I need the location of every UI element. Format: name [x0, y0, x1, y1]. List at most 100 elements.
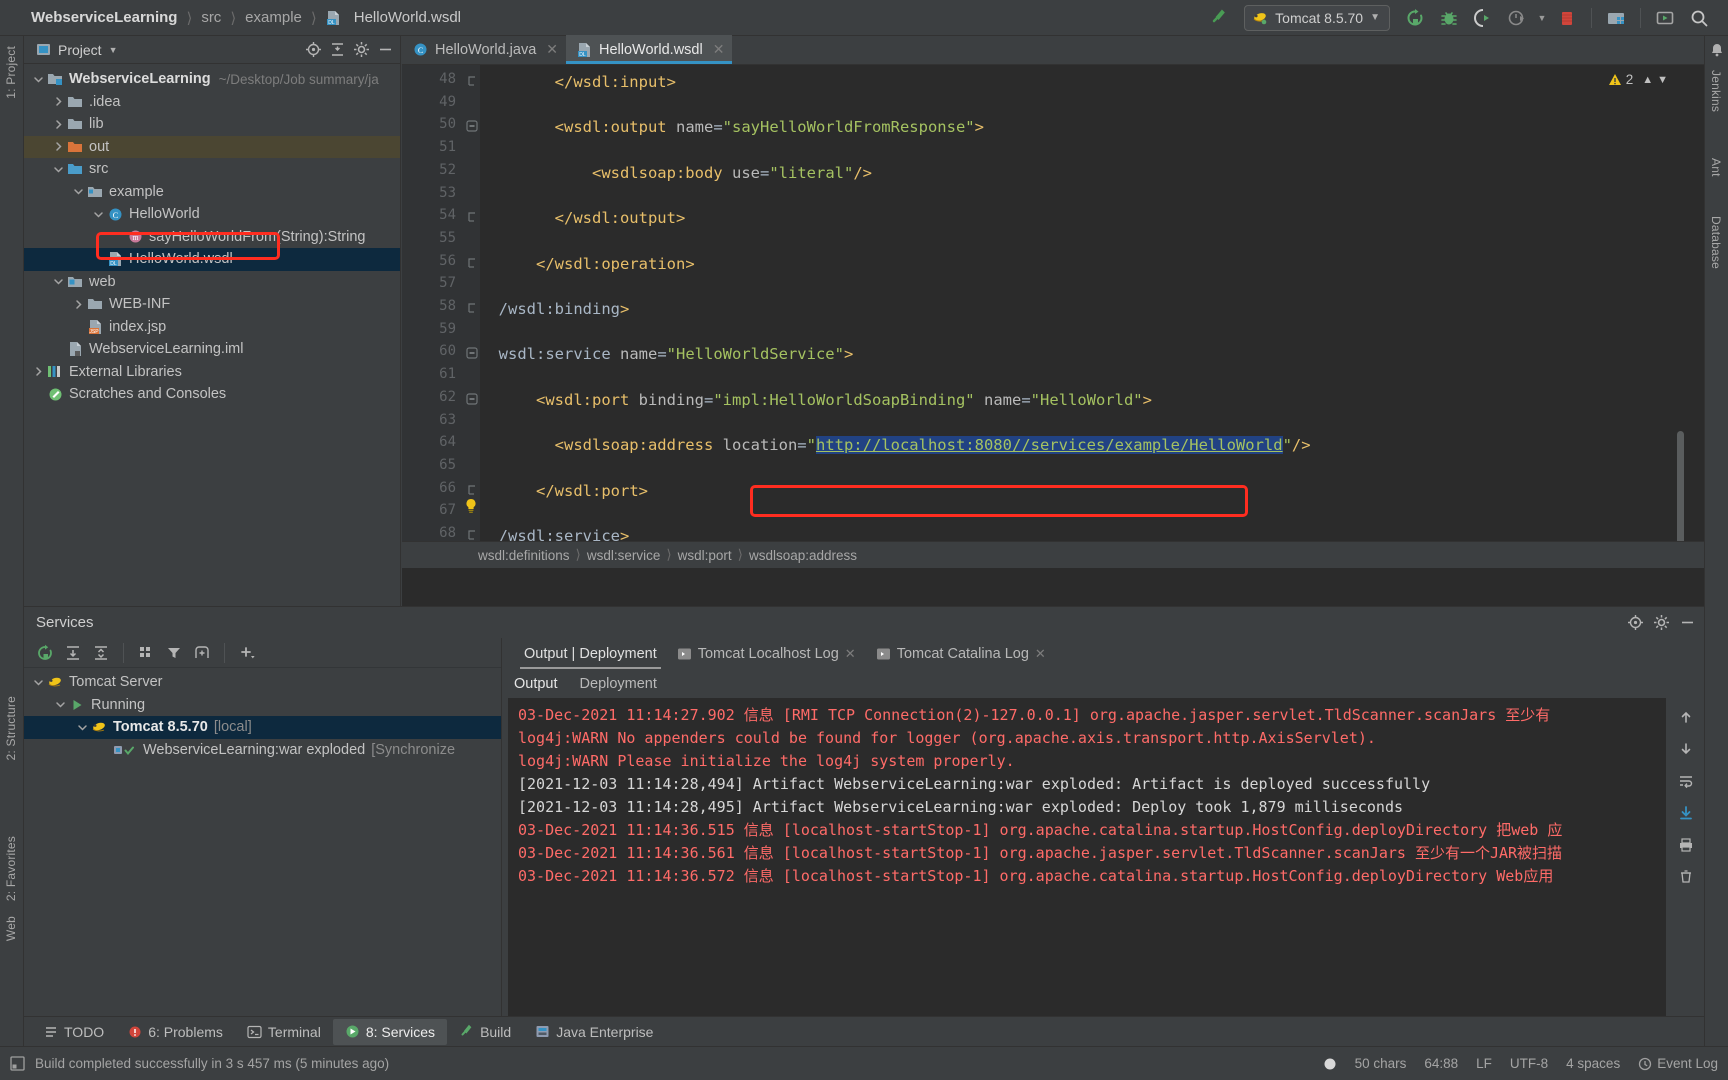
code-folding-column[interactable] [464, 65, 480, 568]
project-tree-row[interactable]: src [24, 158, 400, 181]
notifications-icon[interactable] [1709, 42, 1725, 58]
selected-url-text[interactable]: http://localhost:8080//services/example/… [815, 436, 1283, 455]
stripe-tab-favorites[interactable]: 2: Favorites [4, 836, 18, 901]
status-event-log[interactable]: Event Log [1638, 1056, 1718, 1071]
project-tree-row[interactable]: example [24, 181, 400, 204]
console-output[interactable]: 03-Dec-2021 11:14:27.902 信息 [RMI TCP Con… [508, 698, 1666, 1046]
chevron-down-icon[interactable] [50, 276, 66, 287]
project-tree-row[interactable]: web [24, 271, 400, 294]
chevron-down-icon[interactable] [90, 209, 106, 220]
project-tree-row[interactable]: WebserviceLearning.iml [24, 338, 400, 361]
services-tree-row[interactable]: WebserviceLearning:war exploded [Synchron… [24, 739, 501, 762]
fold-end-icon[interactable] [466, 529, 478, 541]
stripe-tab-ant[interactable]: Ant [1709, 158, 1723, 177]
breadcrumb-src[interactable]: src [194, 9, 228, 26]
breadcrumb-example[interactable]: example [238, 9, 309, 26]
code-line[interactable]: /wsdl:binding> [480, 298, 630, 321]
chevron-down-icon[interactable] [52, 699, 68, 710]
inspection-warning-badge[interactable]: 2 ▲ ▼ [1608, 72, 1668, 87]
next-error-icon[interactable]: ▼ [1657, 74, 1668, 86]
chevron-down-icon[interactable] [50, 164, 66, 175]
collapse-all-icon[interactable] [326, 39, 348, 61]
debug-bug-icon[interactable] [1432, 3, 1466, 33]
editor-tab-helloworld-java[interactable]: C HelloWorld.java ✕ [402, 35, 566, 64]
code-line[interactable]: </wsdl:output> [480, 207, 686, 230]
bottom-tab[interactable]: 8: Services [332, 1018, 448, 1045]
close-icon[interactable]: ✕ [1035, 646, 1046, 662]
intention-bulb-icon[interactable] [464, 498, 478, 514]
project-tree-row[interactable]: out [24, 135, 400, 158]
status-caret-position[interactable]: 64:88 [1424, 1056, 1458, 1071]
fold-expanded-icon[interactable] [466, 120, 478, 132]
chevron-right-icon[interactable] [50, 96, 66, 107]
code-line[interactable]: <wsdl:output name="sayHelloWorldFromResp… [480, 116, 984, 139]
project-tree-row[interactable]: .idea [24, 91, 400, 114]
stripe-tab-structure[interactable]: 2: Structure [4, 696, 18, 760]
project-tree-row[interactable]: lib [24, 113, 400, 136]
chevron-right-icon[interactable] [30, 366, 46, 377]
project-tree-row[interactable]: C HelloWorld [24, 203, 400, 226]
close-icon[interactable]: ✕ [546, 41, 558, 58]
project-structure-icon[interactable] [1599, 3, 1633, 33]
code-line[interactable]: </wsdl:port> [480, 480, 648, 503]
stop-icon[interactable] [1550, 3, 1584, 33]
console-tab[interactable]: Tomcat Localhost Log ✕ [667, 638, 866, 669]
console-subtab[interactable]: Output [514, 676, 558, 692]
scroll-down-icon[interactable] [1674, 738, 1698, 760]
chevron-down-icon[interactable] [30, 74, 46, 85]
filter-icon[interactable] [161, 641, 187, 665]
chevron-down-icon[interactable]: ▼ [109, 45, 118, 55]
fold-expanded-icon[interactable] [466, 347, 478, 359]
code-line[interactable]: </wsdl:operation> [480, 253, 695, 276]
settings-gear-icon[interactable] [1650, 612, 1672, 634]
code-line[interactable]: wsdl:service name="HelloWorldService"> [480, 343, 854, 366]
fold-end-icon[interactable] [466, 211, 478, 223]
chevron-down-icon[interactable] [30, 677, 46, 688]
fold-end-icon[interactable] [466, 302, 478, 314]
bottom-tab[interactable]: 6: Problems [116, 1019, 235, 1045]
close-icon[interactable]: ✕ [845, 646, 856, 662]
add-tab-icon[interactable] [189, 641, 215, 665]
close-icon[interactable]: ✕ [713, 41, 725, 58]
bcb-wsdl-port[interactable]: wsdl:port [672, 548, 738, 563]
fold-end-icon[interactable] [466, 75, 478, 87]
bottom-tab[interactable]: TODO [32, 1019, 116, 1045]
bottom-tab[interactable]: Java Enterprise [523, 1019, 665, 1045]
console-tab[interactable]: Output | Deployment [514, 638, 667, 669]
clear-all-icon[interactable] [1674, 866, 1698, 888]
console-subtab[interactable]: Deployment [580, 676, 657, 692]
prev-error-icon[interactable]: ▲ [1642, 74, 1653, 86]
status-encoding[interactable]: UTF-8 [1510, 1056, 1548, 1071]
project-tree-row[interactable]: m sayHelloWorldFrom(String):String [24, 226, 400, 249]
fold-end-icon[interactable] [466, 484, 478, 496]
console-tab[interactable]: Tomcat Catalina Log ✕ [866, 638, 1056, 669]
code-line[interactable]: </wsdl:input> [480, 71, 676, 94]
scroll-to-end-icon[interactable] [1674, 802, 1698, 824]
add-service-icon[interactable] [234, 641, 260, 665]
expand-all-icon[interactable] [60, 641, 86, 665]
search-everywhere-icon[interactable] [1682, 3, 1716, 33]
code-line[interactable]: <wsdl:port binding="impl:HelloWorldSoapB… [480, 389, 1152, 412]
rerun-icon[interactable] [1398, 3, 1432, 33]
collapse-all-icon[interactable] [88, 641, 114, 665]
print-icon[interactable] [1674, 834, 1698, 856]
bottom-tab[interactable]: Build [447, 1019, 523, 1045]
stripe-tab-project[interactable]: 1: Project [4, 46, 18, 99]
status-line-separator[interactable]: LF [1476, 1056, 1492, 1071]
stripe-tab-database[interactable]: Database [1709, 216, 1723, 269]
stripe-tab-jenkins[interactable]: Jenkins [1709, 70, 1723, 112]
run-configuration-selector[interactable]: Tomcat 8.5.70 ▼ [1244, 4, 1390, 31]
hide-panel-icon[interactable] [374, 39, 396, 61]
status-toggle-icon[interactable] [10, 1056, 25, 1071]
soft-wrap-icon[interactable] [1674, 770, 1698, 792]
breadcrumb-project[interactable]: WebserviceLearning [24, 9, 184, 26]
project-tree-row[interactable]: External Libraries [24, 361, 400, 384]
project-tree-row[interactable]: DL HelloWorld.wsdl [24, 248, 400, 271]
bcb-wsdl-definitions[interactable]: wsdl:definitions [472, 548, 576, 563]
chevron-down-icon[interactable] [74, 722, 90, 733]
fold-end-icon[interactable] [466, 257, 478, 269]
services-tree-row[interactable]: Running [24, 694, 501, 717]
run-coverage-icon[interactable] [1466, 3, 1500, 33]
status-indent[interactable]: 4 spaces [1566, 1056, 1620, 1071]
project-tree-row[interactable]: WebserviceLearning ~/Desktop/Job summary/… [24, 68, 400, 91]
